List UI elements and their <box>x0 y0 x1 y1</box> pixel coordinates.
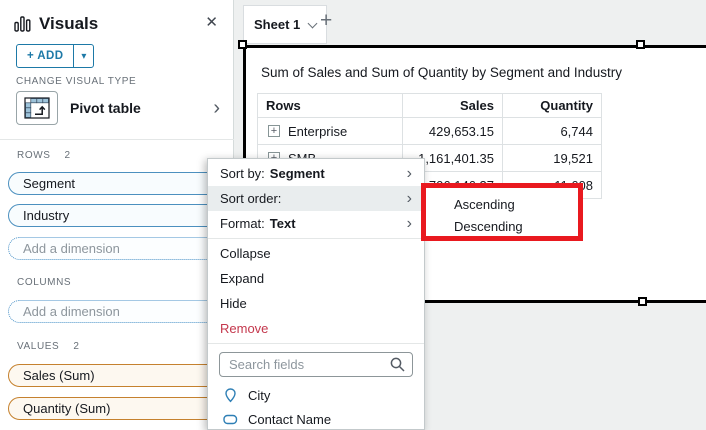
table-cell-quantity[interactable]: 19,521 <box>503 145 602 172</box>
columns-add-dimension-dropzone[interactable]: Add a dimension <box>8 300 227 323</box>
chevron-right-icon: › <box>407 191 412 207</box>
sheet-tab-chevron-down-icon[interactable] <box>308 18 318 28</box>
rows-add-dimension-dropzone[interactable]: Add a dimension <box>8 237 227 260</box>
field-well-pill-segment[interactable]: Segment <box>8 172 227 195</box>
visual-title: Sum of Sales and Sum of Quantity by Segm… <box>261 65 622 80</box>
pivot-header-rows[interactable]: Rows <box>258 94 403 118</box>
menu-item-collapse[interactable]: Collapse <box>208 241 424 266</box>
values-count: 2 <box>73 341 79 352</box>
change-visual-type-label: CHANGE VISUAL TYPE <box>16 76 136 87</box>
pivot-table-icon[interactable] <box>16 91 58 125</box>
menu-item-sort-order[interactable]: Sort order: › <box>208 186 424 211</box>
submenu-item-ascending[interactable]: Ascending <box>454 193 578 215</box>
close-icon[interactable]: ✕ <box>205 13 218 31</box>
table-row-label[interactable]: + Enterprise <box>258 118 403 145</box>
field-list-item-contact-name[interactable]: Contact Name <box>208 407 424 430</box>
search-icon <box>389 356 406 373</box>
add-visual-label[interactable]: + ADD <box>17 45 73 67</box>
menu-item-format[interactable]: Format:Text › <box>208 211 424 236</box>
panel-title: Visuals <box>39 14 98 34</box>
chevron-right-icon: › <box>407 166 412 182</box>
add-visual-caret-down-icon[interactable]: ▾ <box>73 45 93 67</box>
sort-order-submenu-annotated: Ascending Descending <box>421 183 583 241</box>
pivot-header-sales[interactable]: Sales <box>403 94 503 118</box>
pivot-header-quantity[interactable]: Quantity <box>503 94 602 118</box>
menu-item-hide[interactable]: Hide <box>208 291 424 316</box>
search-fields-input[interactable] <box>219 352 413 377</box>
add-sheet-button[interactable]: + <box>320 10 332 31</box>
sheet-tab-label: Sheet 1 <box>254 17 300 32</box>
rows-count: 2 <box>65 150 71 161</box>
field-context-menu: Sort by:Segment › Sort order: › Format:T… <box>207 158 425 430</box>
expand-icon[interactable]: + <box>268 125 280 137</box>
search-fields-box <box>219 352 413 377</box>
sheet-tab[interactable]: Sheet 1 <box>243 5 327 44</box>
quicksight-editor: Sheet 1 + Sum of Sales and Sum of Quanti… <box>0 0 706 430</box>
values-section-label: VALUES2 <box>17 341 80 352</box>
add-visual-button[interactable]: + ADD ▾ <box>16 44 94 68</box>
table-cell-quantity[interactable]: 6,744 <box>503 118 602 145</box>
bar-chart-icon <box>14 16 31 32</box>
selection-handle-top-left[interactable] <box>238 40 247 49</box>
submenu-item-descending[interactable]: Descending <box>454 215 578 237</box>
menu-item-sort-by[interactable]: Sort by:Segment › <box>208 161 424 186</box>
chevron-right-icon: › <box>407 216 412 232</box>
field-well-pill-sales-sum[interactable]: Sales (Sum) <box>8 364 227 387</box>
visuals-panel: Visuals ✕ + ADD ▾ CHANGE VISUAL TYPE <box>0 0 234 430</box>
menu-divider <box>208 343 424 344</box>
columns-section-label: COLUMNS <box>17 277 71 288</box>
field-well-pill-industry[interactable]: Industry <box>8 204 227 227</box>
field-well-pill-quantity-sum[interactable]: Quantity (Sum) <box>8 397 227 420</box>
table-cell-sales[interactable]: 429,653.15 <box>403 118 503 145</box>
dimension-icon <box>223 414 238 425</box>
selection-handle-top-center[interactable] <box>636 40 645 49</box>
panel-divider <box>0 139 234 140</box>
menu-item-remove[interactable]: Remove <box>208 316 424 341</box>
menu-item-expand[interactable]: Expand <box>208 266 424 291</box>
field-list-item-city[interactable]: City <box>208 383 424 407</box>
location-pin-icon <box>223 388 238 403</box>
visual-type-chevron-right-icon[interactable]: › <box>213 98 220 118</box>
visual-type-name: Pivot table <box>70 100 141 116</box>
visuals-panel-header: Visuals ✕ <box>14 12 220 36</box>
visual-type-row[interactable]: Pivot table › <box>16 90 222 126</box>
rows-section-label: ROWS2 <box>17 150 71 161</box>
menu-divider <box>208 238 424 239</box>
selection-handle-bottom-center[interactable] <box>638 297 647 306</box>
